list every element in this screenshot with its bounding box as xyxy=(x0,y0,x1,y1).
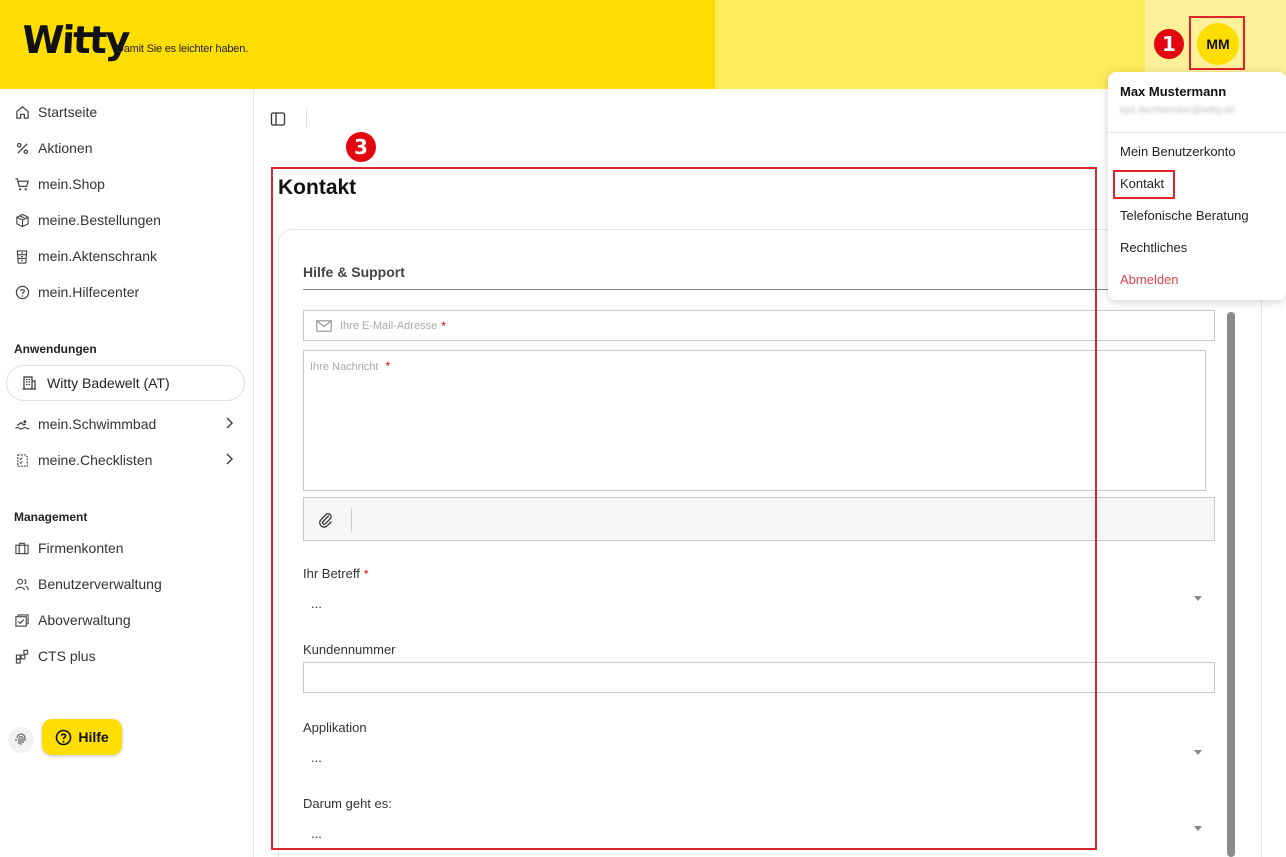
sidebar-item-aboverwaltung[interactable]: Aboverwaltung xyxy=(14,608,238,632)
sidebar-item-label: Startseite xyxy=(38,104,98,120)
sidebar-item-bestellungen[interactable]: meine.Bestellungen xyxy=(14,208,238,232)
swimmer-icon xyxy=(14,416,30,432)
help-button-label: Hilfe xyxy=(78,729,109,745)
chevron-down-icon[interactable] xyxy=(1194,596,1202,601)
briefcase-icon xyxy=(14,540,30,556)
user-name: Max Mustermann xyxy=(1120,84,1227,99)
package-icon xyxy=(14,212,30,228)
step-3-marker: 3 xyxy=(346,132,376,162)
users-icon xyxy=(14,576,30,592)
help-circle-icon xyxy=(14,284,30,300)
menu-item-benutzerkonto[interactable]: Mein Benutzerkonto xyxy=(1120,144,1236,159)
sidebar-item-cts-plus[interactable]: CTS plus xyxy=(14,644,238,668)
chevron-right-icon xyxy=(224,452,234,469)
sidebar-item-label: Aboverwaltung xyxy=(38,612,131,628)
tagline: Damit Sie es leichter haben. xyxy=(116,43,248,55)
chevron-down-icon[interactable] xyxy=(1194,826,1202,831)
header-middle-area xyxy=(715,0,1145,89)
home-icon xyxy=(14,104,30,120)
chevron-down-icon[interactable] xyxy=(1194,750,1202,755)
section-title-management: Management xyxy=(14,510,88,524)
sidebar-item-benutzerverwaltung[interactable]: Benutzerverwaltung xyxy=(14,572,238,596)
subscription-icon xyxy=(14,612,30,628)
sidebar-item-firmenkonten[interactable]: Firmenkonten xyxy=(14,536,238,560)
building-icon xyxy=(21,375,37,391)
toolbar-divider xyxy=(306,110,307,127)
scrollbar-thumb[interactable] xyxy=(1227,312,1235,857)
top-header: Witty Damit Sie es leichter haben. MM xyxy=(0,0,1286,89)
avatar[interactable]: MM xyxy=(1197,23,1239,65)
sidebar-item-label: mein.Hilfecenter xyxy=(38,284,140,300)
sidebar-item-schwimmbad[interactable]: mein.Schwimmbad xyxy=(14,412,238,436)
sidebar-item-label: Benutzerverwaltung xyxy=(38,576,162,592)
sidebar-item-label: mein.Aktenschrank xyxy=(38,248,158,264)
active-application-label: Witty Badewelt (AT) xyxy=(47,375,170,391)
sidebar-item-aktionen[interactable]: Aktionen xyxy=(14,136,238,160)
checklist-icon xyxy=(14,452,30,468)
menu-item-rechtliches[interactable]: Rechtliches xyxy=(1120,240,1187,255)
sidebar-item-checklisten[interactable]: meine.Checklisten xyxy=(14,448,238,472)
user-email: kp1.fachbereiter@witty.de xyxy=(1120,105,1236,116)
sidebar-item-label: mein.Shop xyxy=(38,176,105,192)
menu-item-abmelden[interactable]: Abmelden xyxy=(1120,272,1179,287)
help-circle-icon xyxy=(55,729,72,746)
sidebar-item-aktenschrank[interactable]: mein.Aktenschrank xyxy=(14,244,238,268)
sidebar-item-label: meine.Checklisten xyxy=(38,452,153,468)
sidebar-toggle-icon[interactable] xyxy=(270,111,286,132)
section-title-anwendungen: Anwendungen xyxy=(14,342,97,356)
witty-logo[interactable]: Witty xyxy=(21,18,129,62)
sidebar-item-shop[interactable]: mein.Shop xyxy=(14,172,238,196)
blocks-icon xyxy=(14,648,30,664)
cabinet-icon xyxy=(14,248,30,264)
percent-icon xyxy=(14,140,30,156)
menu-divider xyxy=(1108,132,1286,133)
kontakt-highlight xyxy=(1113,170,1175,199)
content-highlight-frame xyxy=(271,167,1097,850)
active-application-selector[interactable]: Witty Badewelt (AT) xyxy=(6,365,245,401)
cart-icon xyxy=(14,176,30,192)
sidebar-item-hilfecenter[interactable]: mein.Hilfecenter xyxy=(14,280,238,304)
sidebar-item-label: Firmenkonten xyxy=(38,540,124,556)
chevron-right-icon xyxy=(224,416,234,433)
sidebar-item-label: Aktionen xyxy=(38,140,93,156)
sidebar: Startseite Aktionen mein.Shop meine.Best… xyxy=(0,89,254,857)
sidebar-item-startseite[interactable]: Startseite xyxy=(14,100,238,124)
help-button[interactable]: Hilfe xyxy=(42,719,122,755)
fingerprint-icon[interactable] xyxy=(8,727,34,753)
avatar-highlight: MM xyxy=(1189,16,1245,70)
step-1-marker: 1 xyxy=(1154,29,1184,59)
sidebar-item-label: mein.Schwimmbad xyxy=(38,416,157,432)
sidebar-item-label: meine.Bestellungen xyxy=(38,212,161,228)
sidebar-item-label: CTS plus xyxy=(38,648,96,664)
menu-item-telefonische-beratung[interactable]: Telefonische Beratung xyxy=(1120,208,1249,223)
